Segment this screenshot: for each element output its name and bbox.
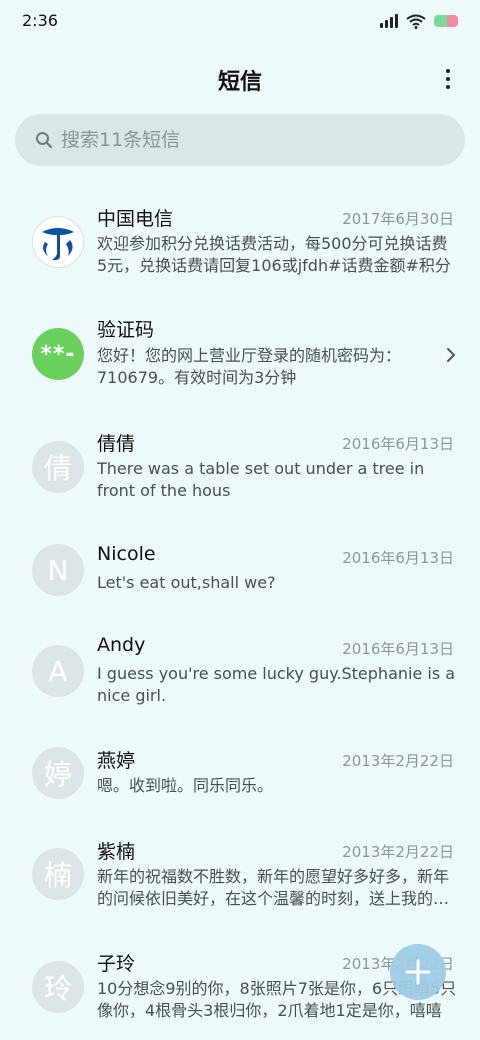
avatar: 婷 [32,747,84,799]
battery-icon [434,15,458,27]
chevron-right-icon[interactable] [444,346,458,364]
message-preview: 欢迎参加积分兑换话费活动，每500分可兑换话费5元，兑换话费请回复106或jfd… [97,234,451,275]
dot-icon [446,85,450,89]
dot-icon [446,77,450,81]
conversation-item[interactable]: 楠 紫楠 2013年2月22日 新年的祝福数不胜数，新年的愿望好多好多，新年的问… [0,820,480,933]
page-title: 短信 [217,70,262,95]
message-date: 2013年2月22日 [342,843,454,861]
conversation-item[interactable]: 中国电信 2017年6月30日 欢迎参加积分兑换话费活动，每500分可兑换话费5… [0,190,480,300]
contact-name: Nicole [97,543,156,565]
status-bar: 2:36 [0,0,480,44]
avatar: 玲 [32,961,84,1013]
message-preview: Let's eat out,shall we? [97,573,276,592]
message-date: 2016年6月13日 [342,549,454,567]
message-date: 2016年6月13日 [342,435,454,453]
search-bar[interactable] [15,114,465,166]
dot-icon [446,69,450,73]
new-message-button[interactable] [390,944,446,1000]
message-preview: There was a table set out under a tree i… [97,459,425,500]
conversation-item[interactable]: N Nicole 2016年6月13日 Let's eat out,shall … [0,526,480,617]
avatar: **- [32,328,84,380]
contact-name: 燕婷 [97,750,136,772]
china-telecom-logo-icon [32,216,84,268]
contact-name: Andy [97,634,146,656]
wifi-icon [406,14,426,29]
search-icon [36,132,53,149]
message-preview: I guess you're some lucky guy.Stephanie … [97,664,456,705]
message-preview: 新年的祝福数不胜数，新年的愿望好多好多，新年的问候依旧美好，在这个温馨的时刻，送… [97,867,450,908]
conversation-item[interactable]: A Andy 2016年6月13日 I guess you're some lu… [0,617,480,730]
avatar: N [32,544,84,596]
status-icons [380,13,458,29]
message-date: 2013年2月22日 [342,752,454,770]
more-options-button[interactable] [440,64,456,94]
contact-name: 中国电信 [97,208,174,230]
message-preview: 嗯。收到啦。同乐同乐。 [97,776,274,795]
message-date: 2016年6月13日 [342,640,454,658]
signal-icon [380,14,398,28]
avatar: A [32,645,84,697]
message-date: 2017年6月30日 [342,210,454,228]
conversation-item[interactable]: **- 验证码 您好！您的网上营业厅登录的随机密码为：710679。有效时间为3… [0,300,480,413]
plus-icon [405,959,431,985]
status-time: 2:36 [22,11,58,30]
contact-name: 紫楠 [97,841,136,863]
search-input[interactable] [61,114,441,166]
conversation-item[interactable]: 婷 燕婷 2013年2月22日 嗯。收到啦。同乐同乐。 [0,730,480,820]
avatar: 倩 [32,441,84,493]
header: 短信 [0,56,480,102]
contact-name: 验证码 [97,319,155,341]
conversation-item[interactable]: 倩 倩倩 2016年6月13日 There was a table set ou… [0,413,480,526]
avatar: 楠 [32,848,84,900]
message-preview: 您好！您的网上营业厅登录的随机密码为：710679。有效时间为3分钟 [97,346,402,387]
contact-name: 子玲 [97,953,136,975]
contact-name: 倩倩 [97,433,136,455]
